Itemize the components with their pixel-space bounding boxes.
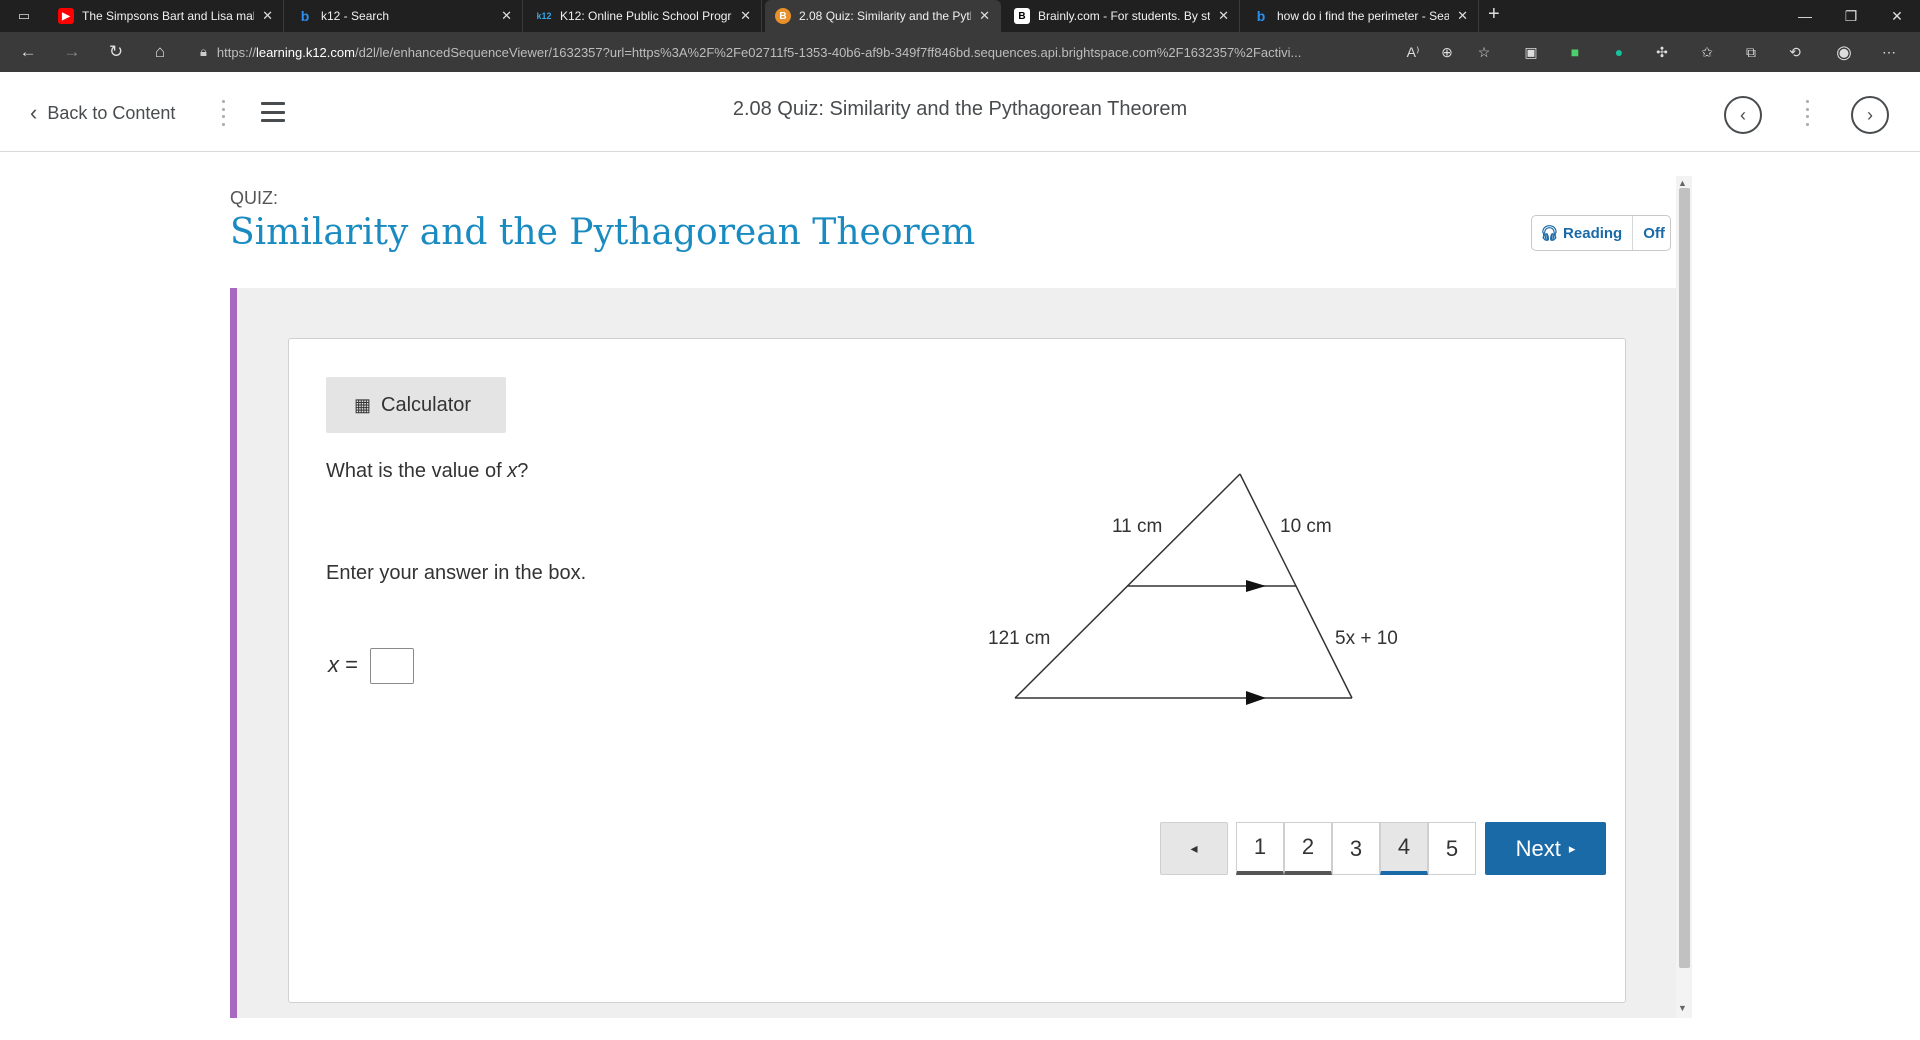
question-instruction: Enter your answer in the box.: [326, 562, 587, 584]
separator-dots: [1804, 98, 1810, 128]
k12-icon: k12: [536, 11, 552, 21]
favorite-add-icon[interactable]: ☆: [1473, 42, 1495, 62]
page-button-2[interactable]: 2: [1284, 822, 1332, 875]
previous-activity-button[interactable]: ‹: [1724, 96, 1762, 134]
label-top-left: 11 cm: [1112, 516, 1162, 537]
more-menu-icon[interactable]: ⋯: [1878, 42, 1900, 62]
triangle-diagram: 11 cm 10 cm 121 cm 5x + 10: [988, 473, 1398, 705]
browser-tab[interactable]: k12 K12: Online Public School Progra ✕: [526, 0, 762, 32]
window-close-icon[interactable]: ✕: [1874, 0, 1920, 32]
label-bottom-left: 121 cm: [988, 628, 1050, 649]
close-tab-icon[interactable]: ✕: [262, 8, 273, 24]
close-tab-icon[interactable]: ✕: [979, 8, 990, 24]
page-title: 2.08 Quiz: Similarity and the Pythagorea…: [732, 98, 1188, 120]
parallel-arrow-bottom: [1246, 691, 1266, 705]
lock-icon: 🔒︎: [200, 44, 207, 59]
refresh-icon[interactable]: ↻: [102, 40, 130, 64]
grammarly-icon[interactable]: ●: [1608, 42, 1630, 62]
page-button-5[interactable]: 5: [1428, 822, 1476, 875]
extensions-puzzle-icon[interactable]: ✣: [1651, 42, 1673, 62]
url-field[interactable]: 🔒︎ https://learning.k12.com/d2l/le/enhan…: [200, 37, 1430, 67]
previous-question-button[interactable]: ◂: [1160, 822, 1228, 875]
history-icon[interactable]: ⟲: [1784, 42, 1806, 62]
tab-actions-icon[interactable]: ▭: [10, 5, 38, 27]
reading-label: Reading: [1563, 224, 1623, 242]
question-prompt: What is the value of x?: [326, 460, 529, 482]
close-tab-icon[interactable]: ✕: [740, 8, 751, 24]
label-top-right: 10 cm: [1280, 516, 1332, 537]
browser-address-bar: ← → ↻ ⌂ 🔒︎ https://learning.k12.com/d2l/…: [0, 32, 1920, 72]
reading-toggle[interactable]: 🎧︎ Reading Off: [1531, 215, 1671, 251]
browser-tab-bar: ▭ ▶ The Simpsons Bart and Lisa mak ✕ b k…: [0, 0, 1920, 32]
calculator-icon: ▦: [354, 394, 372, 415]
youtube-icon: ▶: [58, 8, 74, 24]
back-to-content-link[interactable]: ‹ Back to Content: [30, 98, 175, 128]
chevron-right-icon: ›: [1867, 104, 1873, 125]
extension-green-icon[interactable]: ■: [1564, 42, 1586, 62]
favorites-icon[interactable]: ✩: [1696, 42, 1718, 62]
play-triangle-icon: ▸: [1568, 840, 1576, 856]
browser-tab-active[interactable]: B 2.08 Quiz: Similarity and the Pyth ✕: [765, 0, 1001, 32]
page-button-1[interactable]: 1: [1236, 822, 1284, 875]
scroll-down-arrow-icon[interactable]: ▼: [1678, 1003, 1687, 1013]
label-bottom-right: 5x + 10: [1335, 628, 1398, 649]
new-tab-icon[interactable]: +: [1488, 3, 1500, 26]
close-tab-icon[interactable]: ✕: [1457, 8, 1468, 24]
bing-icon: b: [300, 8, 310, 24]
brainly-icon: B: [1014, 8, 1030, 24]
brightspace-icon: B: [775, 8, 791, 24]
browser-tab[interactable]: b k12 - Search ✕: [287, 0, 523, 32]
page-button-3[interactable]: 3: [1332, 822, 1380, 875]
forward-arrow-icon[interactable]: →: [58, 40, 86, 64]
reading-state: Off: [1632, 216, 1665, 250]
home-icon[interactable]: ⌂: [146, 40, 174, 64]
minimize-icon[interactable]: —: [1782, 0, 1828, 32]
zoom-icon[interactable]: ⊕: [1436, 42, 1458, 62]
page-button-4-current[interactable]: 4: [1380, 822, 1428, 875]
restore-icon[interactable]: ❐: [1828, 0, 1874, 32]
browser-tab[interactable]: ▶ The Simpsons Bart and Lisa mak ✕: [48, 0, 284, 32]
collections-icon[interactable]: ⧉: [1740, 42, 1762, 62]
extension-icon[interactable]: ▣: [1520, 42, 1542, 62]
answer-label: x =: [328, 652, 358, 677]
menu-hamburger-icon[interactable]: [261, 102, 285, 122]
profile-avatar-icon[interactable]: ◉: [1833, 42, 1855, 62]
next-button[interactable]: Next ▸: [1485, 822, 1606, 875]
quiz-title: Similarity and the Pythagorean Theorem: [230, 212, 976, 253]
parallel-arrow-top: [1246, 580, 1266, 592]
bing-icon: b: [1256, 8, 1266, 24]
answer-input[interactable]: [370, 648, 414, 684]
headphones-icon: 🎧︎: [1540, 225, 1560, 242]
back-arrow-icon[interactable]: ←: [14, 40, 42, 64]
chevron-left-icon: ‹: [1740, 104, 1746, 125]
scrollbar-thumb[interactable]: [1679, 188, 1690, 968]
separator-dots: [220, 98, 226, 128]
close-tab-icon[interactable]: ✕: [1218, 8, 1229, 24]
calculator-button[interactable]: ▦ Calculator: [326, 377, 506, 433]
scroll-up-arrow-icon[interactable]: ▲: [1678, 178, 1687, 188]
quiz-label: QUIZ:: [230, 188, 278, 208]
question-card: [288, 338, 1626, 1003]
app-header: ‹ Back to Content 2.08 Quiz: Similarity …: [0, 72, 1920, 152]
next-activity-button[interactable]: ›: [1851, 96, 1889, 134]
browser-tab[interactable]: B Brainly.com - For students. By stu ✕: [1004, 0, 1240, 32]
read-aloud-icon[interactable]: A⁾: [1402, 42, 1424, 62]
chevron-left-icon: ‹: [30, 100, 38, 125]
browser-tab[interactable]: b how do i find the perimeter - Sea ✕: [1243, 0, 1479, 32]
close-tab-icon[interactable]: ✕: [501, 8, 512, 24]
